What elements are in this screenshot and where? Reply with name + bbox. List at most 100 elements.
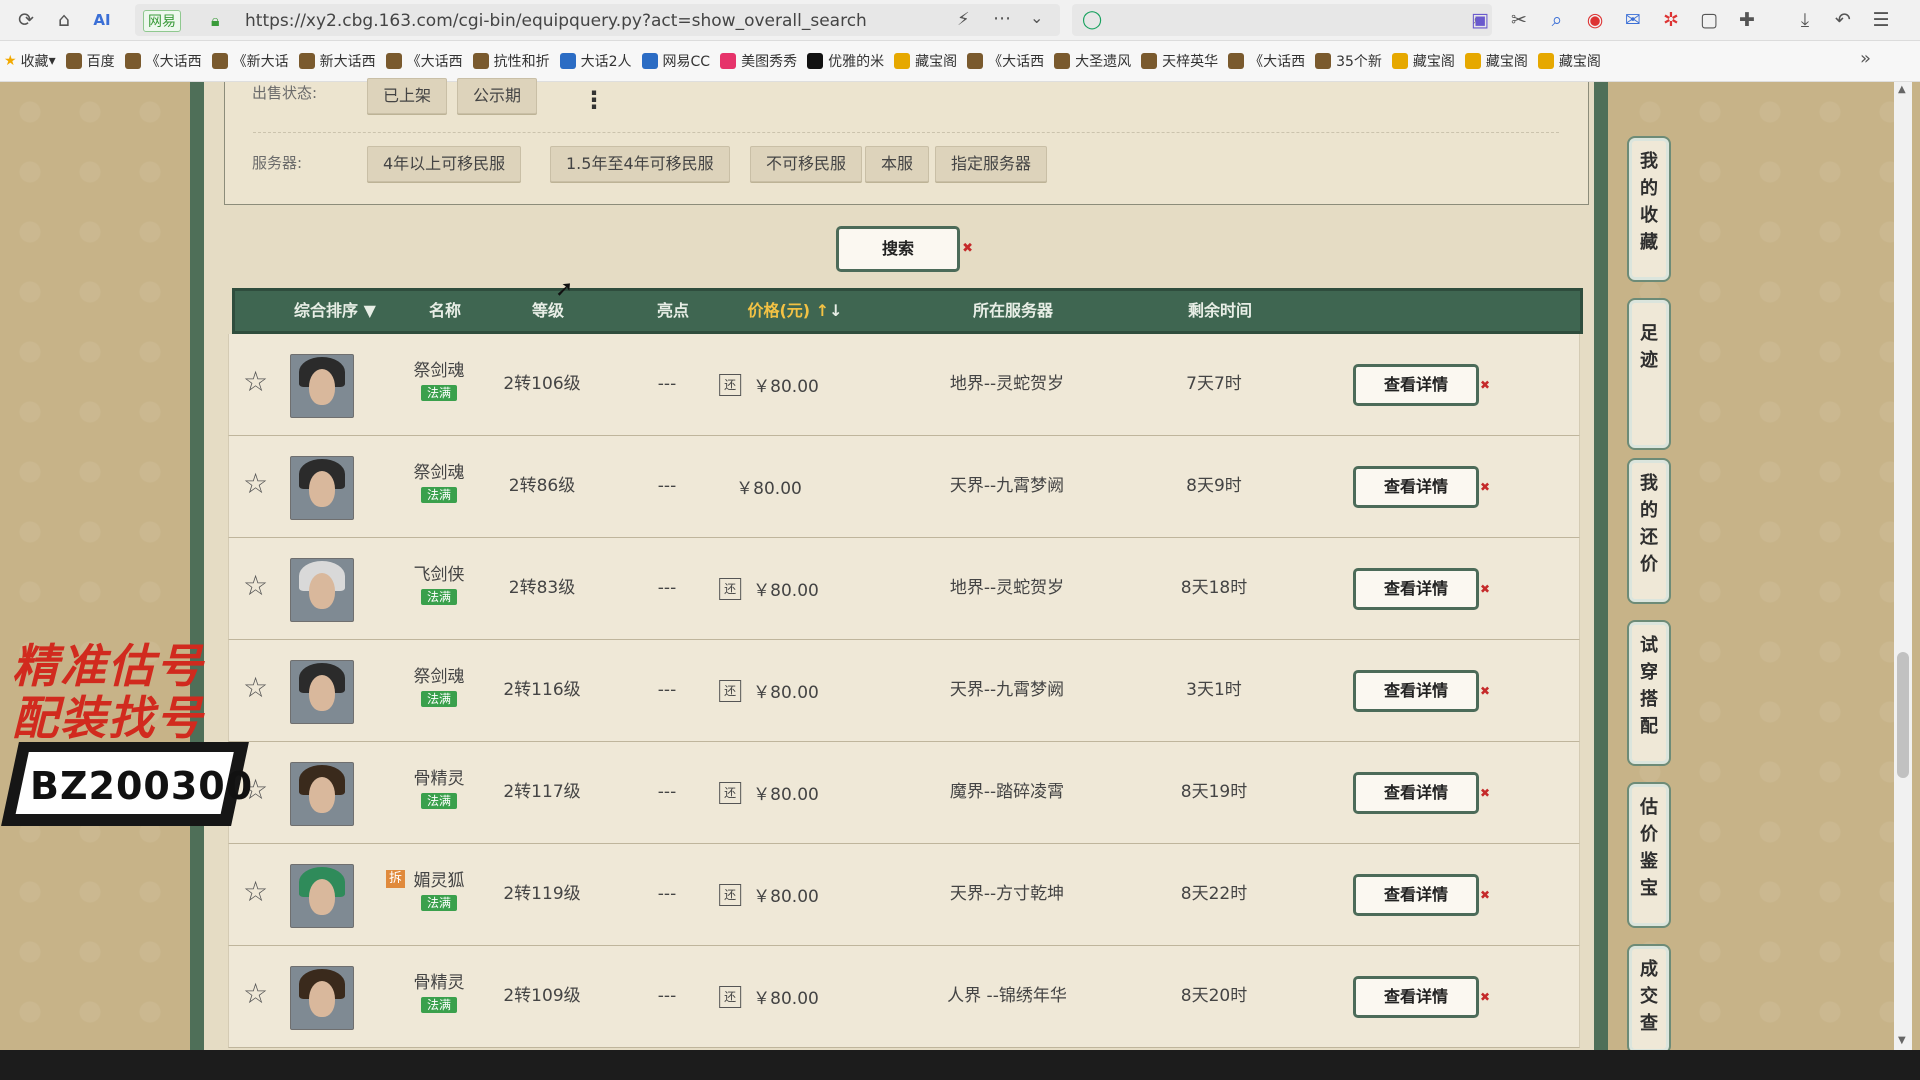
view-details-button[interactable]: 查看详情 (1353, 670, 1490, 712)
record-icon[interactable]: ◉ (1583, 8, 1607, 32)
favorite-star-icon[interactable]: ☆ (243, 470, 268, 498)
undo-icon[interactable]: ↶ (1831, 8, 1855, 32)
role-name: 祭剑魂 (413, 361, 465, 381)
avatar[interactable] (290, 354, 354, 418)
scrollbar[interactable]: ▲ ▼ (1894, 82, 1912, 1050)
more-options-icon[interactable]: ⋮ (582, 86, 606, 114)
extension-icon[interactable]: ▣ (1468, 8, 1492, 32)
avatar[interactable] (290, 558, 354, 622)
side-tab-char: 宝 (1640, 878, 1658, 899)
bookmark-item[interactable]: 《大话西 (967, 51, 1044, 71)
view-details-button[interactable]: 查看详情 (1353, 466, 1490, 508)
bookmark-item[interactable]: 藏宝阁 (894, 51, 957, 71)
avatar[interactable] (290, 762, 354, 826)
tag-badge: 法满 (420, 589, 457, 605)
favorite-star-icon[interactable]: ☆ (243, 572, 268, 600)
avatar[interactable] (290, 660, 354, 724)
level-cell: 2转117级 (503, 782, 581, 802)
price-cell: 还 ￥80.00 (719, 742, 819, 843)
side-tab-char: 交 (1640, 986, 1658, 1007)
home-icon[interactable]: ⌂ (52, 8, 76, 32)
side-tab-char: 鉴 (1640, 851, 1658, 872)
bookmarks-bar: ★ 收藏 ▾ 百度 《大话西 《新大话 新大话西 《大话西 抗性和折 大话2人 网… (0, 41, 1920, 82)
avatar[interactable] (290, 864, 354, 928)
favorite-star-icon[interactable]: ☆ (243, 674, 268, 702)
server-option-button[interactable]: 指定服务器 (935, 146, 1048, 182)
view-details-button[interactable]: 查看详情 (1353, 772, 1490, 814)
more-icon[interactable]: ⋯ (993, 8, 1011, 29)
favorite-star-icon[interactable]: ☆ (243, 878, 268, 906)
lightning-icon[interactable]: ⚡︎ (957, 9, 970, 30)
bookmark-item[interactable]: 藏宝阁 (1537, 51, 1601, 71)
bookmark-item[interactable]: 天梓英华 (1141, 51, 1218, 71)
favorite-star-icon[interactable]: ☆ (243, 368, 268, 396)
price-header[interactable]: 价格(元) ↑↓ (747, 291, 842, 331)
bookmark-item[interactable]: 藏宝阁 (1464, 51, 1528, 71)
sale-status-public-button[interactable]: 公示期 (457, 78, 538, 114)
mail-icon[interactable]: ✉ (1621, 8, 1645, 32)
view-details-button[interactable]: 查看详情 (1353, 364, 1490, 406)
ai-icon[interactable]: AI (90, 8, 114, 32)
side-tab-my-offers[interactable]: 我的还价 (1627, 458, 1671, 604)
scissors-icon[interactable]: ✂ (1507, 8, 1531, 32)
url-text[interactable]: https://xy2.cbg.163.com/cgi-bin/equipque… (245, 11, 867, 31)
favorite-star-icon[interactable]: ☆ (243, 980, 268, 1008)
view-details-button[interactable]: 查看详情 (1353, 976, 1490, 1018)
window-icon[interactable]: ▢ (1697, 8, 1721, 32)
search-button[interactable]: 搜索 (836, 226, 973, 272)
bookmark-item[interactable]: 大话2人 (559, 51, 632, 71)
tag-badge: 法满 (420, 895, 457, 911)
download-icon[interactable]: ⤓ (1793, 8, 1817, 32)
bookmark-item[interactable]: 美图秀秀 (720, 51, 797, 71)
sale-status-listed-button[interactable]: 已上架 (367, 78, 448, 114)
avatar[interactable] (290, 456, 354, 520)
side-tab-transactions[interactable]: 成交查 (1627, 944, 1671, 1054)
address-bar[interactable]: 网易 🔒︎ https://xy2.cbg.163.com/cgi-bin/eq… (135, 4, 1060, 36)
bookmark-item[interactable]: 百度 (65, 51, 115, 71)
avatar[interactable] (290, 966, 354, 1030)
bookmarks-overflow-icon[interactable]: » (1860, 48, 1871, 69)
view-details-button[interactable]: 查看详情 (1353, 568, 1490, 610)
bookmark-item[interactable]: 《大话西 (1228, 51, 1305, 71)
server-option-button[interactable]: 4年以上可移民服 (367, 146, 522, 182)
name-cell: 祭剑魂 法满 (394, 462, 484, 503)
side-tab-favorites[interactable]: 我的收藏 (1627, 136, 1671, 282)
side-tab-char: 的 (1640, 178, 1658, 199)
side-tab-appraisal[interactable]: 估价鉴宝 (1627, 782, 1671, 928)
price-value: ￥80.00 (753, 989, 819, 1009)
chevron-down-icon[interactable]: ⌄ (1030, 8, 1043, 27)
bookmark-star-icon[interactable]: ★ 收藏 ▾ (4, 51, 56, 71)
level-cell: 2转109级 (503, 986, 581, 1006)
server-option-button[interactable]: 不可移民服 (750, 146, 863, 182)
bookmark-item[interactable]: 大圣遗风 (1054, 51, 1131, 71)
reload-icon[interactable]: ⟳ (14, 8, 38, 32)
bookmark-item[interactable]: 藏宝阁 (1391, 51, 1455, 71)
bookmark-item[interactable]: 抗性和折 (472, 51, 550, 71)
side-tab-char: 查 (1640, 1013, 1658, 1034)
translate-icon[interactable]: ⌕ (1545, 8, 1569, 32)
puzzle-icon[interactable]: ✚ (1735, 8, 1759, 32)
bookmark-item[interactable]: 新大话西 (298, 51, 376, 71)
side-tab-history[interactable]: 足迹 (1627, 298, 1671, 450)
bookmark-item[interactable]: 35个新 (1315, 51, 1382, 71)
menu-icon[interactable]: ☰ (1869, 8, 1893, 32)
sort-desc-icon[interactable]: ↓ (829, 301, 842, 320)
server-cell: 地界--灵蛇贺岁 (949, 374, 1065, 394)
bookmark-item[interactable]: 网易CC (641, 51, 710, 71)
sort-asc-icon[interactable]: ↑ (816, 301, 829, 320)
side-tab-char: 藏 (1640, 232, 1658, 253)
server-cell: 天界--九霄梦阙 (949, 680, 1065, 700)
bookmark-item[interactable]: 《新大话 (211, 51, 289, 71)
browser-search-box[interactable]: ◯ ⌕ (1072, 4, 1492, 36)
bookmark-item[interactable]: 《大话西 (385, 51, 463, 71)
apps-icon[interactable]: ✲ (1659, 8, 1683, 32)
bookmark-item[interactable]: 优雅的米 (807, 51, 884, 71)
bookmark-item[interactable]: 《大话西 (124, 51, 202, 71)
scroll-thumb[interactable] (1897, 652, 1909, 778)
side-tab-try-on[interactable]: 试穿搭配 (1627, 620, 1671, 766)
server-option-button[interactable]: 本服 (865, 146, 930, 182)
sort-header[interactable]: 综合排序 ▼ (294, 291, 376, 331)
rebate-icon: 还 (719, 679, 742, 702)
server-option-button[interactable]: 1.5年至4年可移民服 (550, 146, 730, 182)
view-details-button[interactable]: 查看详情 (1353, 874, 1490, 916)
